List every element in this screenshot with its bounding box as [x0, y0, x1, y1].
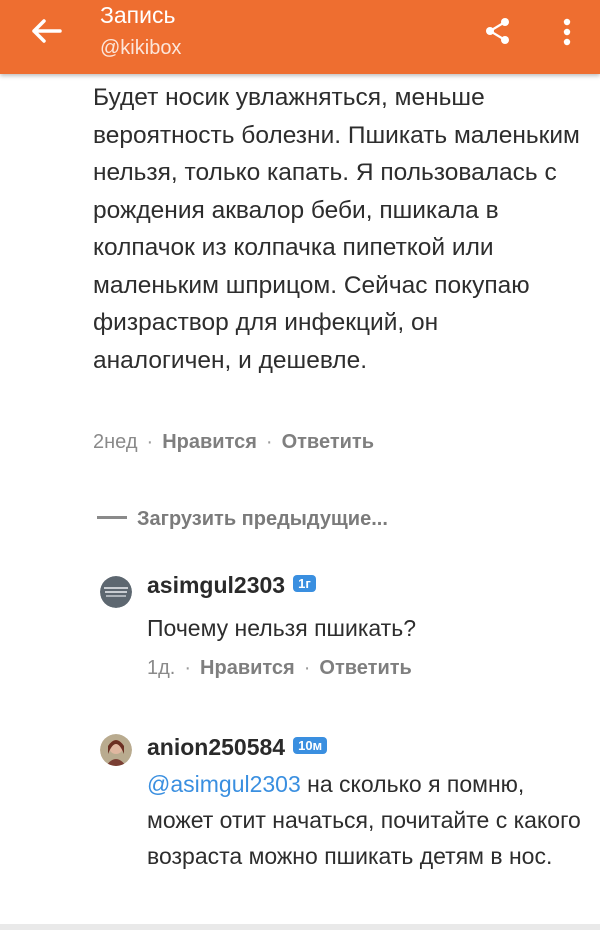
avatar[interactable] [100, 734, 132, 766]
username[interactable]: asimgul2303 1г [147, 572, 316, 599]
comment-time: 2нед [93, 431, 138, 453]
reply-text: Почему нельзя пшикать? [147, 615, 416, 641]
reply-text: @asimgul2303 на сколько я помню, может о… [147, 766, 587, 874]
more-vertical-icon [563, 18, 571, 46]
app-bar-titles: Запись @kikibox [100, 0, 181, 61]
reply-meta: 1д. · Нравится · Ответить [147, 657, 412, 679]
reply-button[interactable]: Ответить [319, 657, 411, 679]
username[interactable]: anion250584 10м [147, 734, 328, 761]
more-options-button[interactable] [550, 12, 584, 52]
avatar[interactable] [100, 576, 132, 608]
reply-item: asimgul2303 1г Почему нельзя пшикать? 1д.… [100, 572, 580, 692]
time-badge: 10м [293, 737, 328, 755]
dash-divider [97, 516, 127, 520]
back-button[interactable] [22, 14, 70, 48]
app-bar: Запись @kikibox [0, 0, 600, 74]
time-badge: 1г [293, 575, 316, 593]
comment-meta: 2нед · Нравится · Ответить [93, 431, 374, 453]
back-arrow-icon [32, 19, 62, 43]
comment-text: Будет носик увлажняться, меньше вероятно… [93, 84, 580, 374]
like-button[interactable]: Нравится [200, 657, 295, 679]
reply-time: 1д. [147, 657, 176, 679]
reply-item: anion250584 10м @asimgul2303 на сколько я… [100, 734, 581, 924]
reply-button[interactable]: Ответить [282, 431, 374, 453]
share-button[interactable] [480, 14, 516, 48]
username-text: anion250584 [147, 734, 286, 760]
bottom-divider [0, 924, 600, 930]
username-text: asimgul2303 [147, 572, 286, 598]
page-title: Запись [100, 2, 176, 28]
like-button[interactable]: Нравится [162, 431, 257, 453]
mention-link[interactable]: @asimgul2303 [147, 771, 301, 797]
page-subtitle[interactable]: @kikibox [100, 35, 181, 61]
avatar-image [100, 734, 132, 766]
share-icon [486, 18, 509, 44]
load-previous-label: Загрузить предыдущие... [137, 508, 388, 530]
load-previous-button[interactable]: Загрузить предыдущие... [97, 508, 388, 531]
avatar-image [100, 576, 132, 608]
